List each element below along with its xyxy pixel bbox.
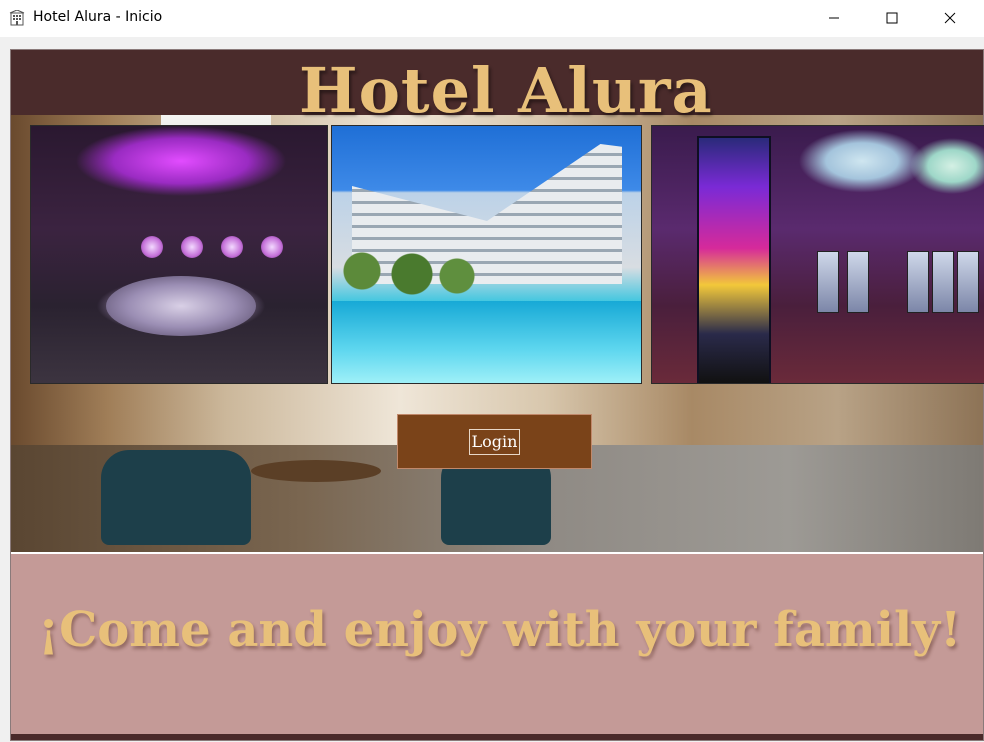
wall-light: [261, 236, 283, 258]
slot-machine: [697, 136, 771, 383]
pool-hotel-photo: [331, 125, 642, 384]
slot-machine: [817, 251, 839, 313]
maximize-button[interactable]: [863, 0, 921, 37]
close-button[interactable]: [921, 0, 979, 37]
window-title-bar[interactable]: Hotel Alura - Inicio: [0, 0, 984, 37]
minimize-icon: [828, 9, 840, 28]
palm-trees: [332, 246, 482, 296]
minimize-button[interactable]: [805, 0, 863, 37]
hotel-title: Hotel Alura: [299, 54, 713, 127]
tagline: ¡Come and enjoy with your family!: [38, 602, 962, 658]
close-icon: [944, 9, 956, 28]
window-client-area: Hotel Alura Login ¡Come and enjoy with y…: [0, 37, 984, 742]
bottom-panel: ¡Come and enjoy with your family!: [11, 552, 983, 736]
wall-light: [181, 236, 203, 258]
maximize-icon: [886, 9, 898, 28]
casino-photo: [651, 125, 984, 384]
login-button[interactable]: Login: [397, 414, 592, 469]
login-label: Login: [468, 428, 521, 455]
main-panel: Hotel Alura Login ¡Come and enjoy with y…: [10, 49, 984, 741]
slot-machine: [847, 251, 869, 313]
lobby-chair: [101, 450, 251, 545]
hotel-building-icon: [9, 9, 25, 26]
wall-light: [221, 236, 243, 258]
wall-light: [141, 236, 163, 258]
lobby-table: [251, 460, 381, 482]
window-title: Hotel Alura - Inicio: [33, 9, 163, 25]
nightclub-photo: [30, 125, 328, 384]
bottom-edge: [11, 734, 983, 740]
swimming-pool: [332, 301, 641, 383]
slot-machine: [957, 251, 979, 313]
slot-machine: [907, 251, 929, 313]
dance-floor: [106, 276, 256, 336]
slot-machine: [932, 251, 954, 313]
